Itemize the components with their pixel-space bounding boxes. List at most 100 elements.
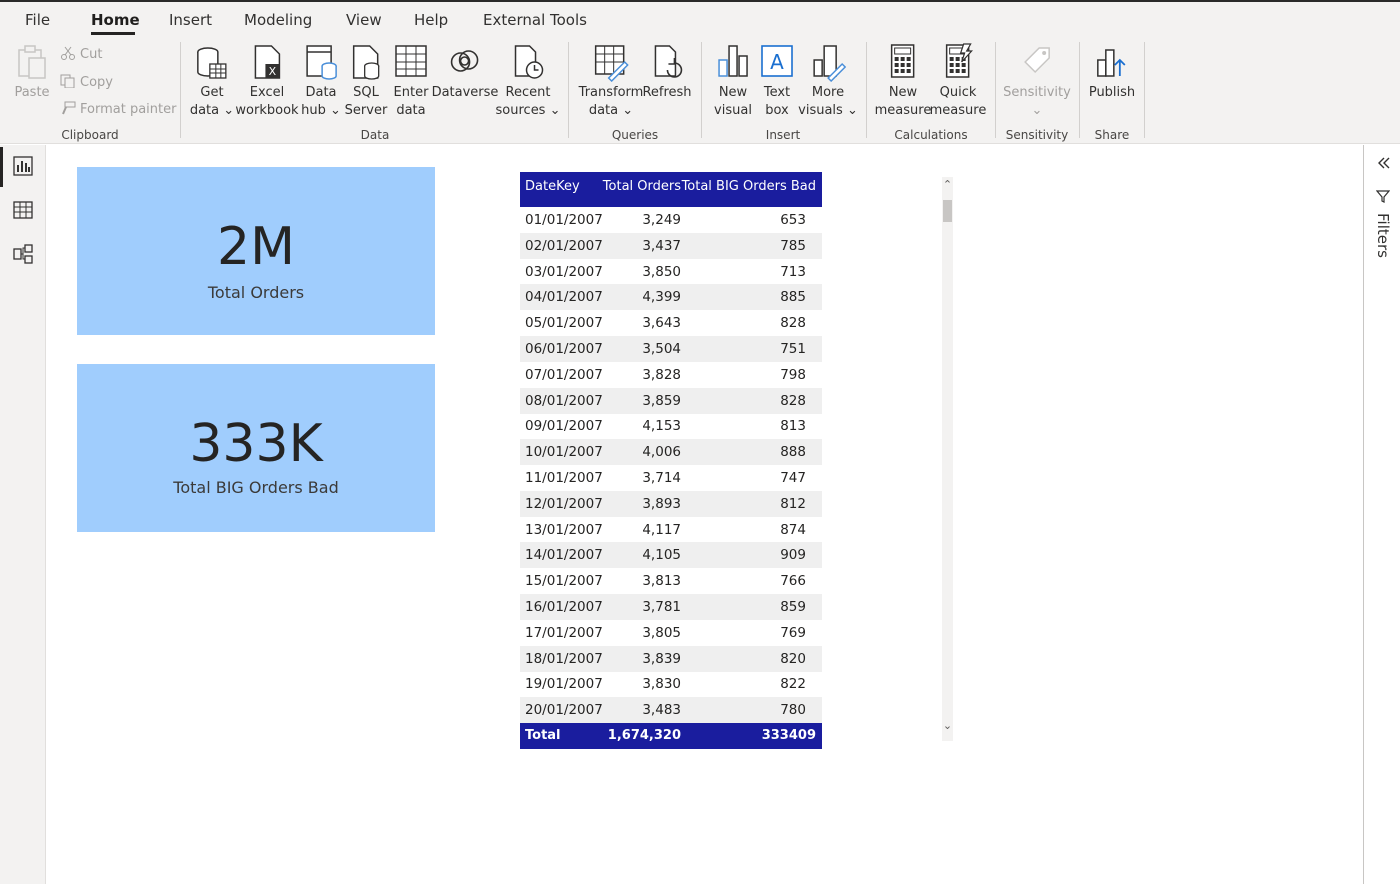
table-row[interactable]: 14/01/2007 4,105 909 xyxy=(520,542,822,569)
column-header-datekey[interactable]: DateKey xyxy=(525,179,580,194)
cell-datekey: 08/01/2007 xyxy=(525,392,603,409)
cell-total-big-orders-bad: 909 xyxy=(780,547,806,564)
recent-sources-button[interactable]: Recent sources ⌄ xyxy=(496,42,560,120)
table-row[interactable]: 09/01/2007 4,153 813 xyxy=(520,413,822,439)
transform-data-button[interactable]: Transform data ⌄ xyxy=(579,42,643,120)
table-row[interactable]: 02/01/2007 3,437 785 xyxy=(520,232,822,259)
cell-total-orders: 4,006 xyxy=(642,444,681,461)
table-scrollbar[interactable] xyxy=(942,177,953,741)
table-row[interactable]: 20/01/2007 3,483 780 xyxy=(520,697,822,724)
dataverse-button[interactable]: Dataverse xyxy=(432,42,498,102)
cell-total-big-orders-bad: 813 xyxy=(780,418,806,435)
publish-button[interactable]: Publish xyxy=(1089,42,1135,102)
column-header-total-big-orders-bad[interactable]: Total BIG Orders Bad xyxy=(682,179,816,194)
format-painter-button[interactable]: Format painter xyxy=(60,101,176,117)
new-visual-label-2: visual xyxy=(714,103,752,118)
table-row[interactable]: 01/01/2007 3,249 653 xyxy=(520,207,822,233)
selected-view-indicator xyxy=(0,147,3,187)
column-header-total-orders[interactable]: Total Orders xyxy=(603,179,681,194)
table-row[interactable]: 16/01/2007 3,781 859 xyxy=(520,594,822,620)
scroll-down-arrow[interactable]: ⌄ xyxy=(942,719,953,732)
table-total-row: Total 1,674,320 333409 xyxy=(520,723,822,749)
cell-total-big-orders-bad: 751 xyxy=(780,341,806,357)
group-label-calculations: Calculations xyxy=(894,128,968,142)
new-visual-button[interactable]: New visual xyxy=(714,42,752,120)
get-data-button[interactable]: Get data ⌄ xyxy=(190,42,234,120)
tab-external-tools[interactable]: External Tools xyxy=(483,11,587,29)
cell-datekey: 20/01/2007 xyxy=(525,702,603,719)
model-view-icon[interactable] xyxy=(12,243,34,265)
tab-insert[interactable]: Insert xyxy=(169,11,212,29)
table-row[interactable]: 06/01/2007 3,504 751 xyxy=(520,336,822,362)
sensitivity-button[interactable]: Sensitivity ⌄ xyxy=(1003,42,1071,120)
data-hub-button[interactable]: Data hub ⌄ xyxy=(301,42,341,120)
paste-button[interactable]: Paste xyxy=(14,42,50,102)
cell-total-big-orders-bad: 766 xyxy=(780,573,806,590)
table-row[interactable]: 05/01/2007 3,643 828 xyxy=(520,310,822,336)
table-row[interactable]: 10/01/2007 4,006 888 xyxy=(520,439,822,466)
filters-pane: Filters xyxy=(1363,145,1400,884)
tab-home[interactable]: Home xyxy=(91,11,140,29)
table-row[interactable]: 04/01/2007 4,399 885 xyxy=(520,284,822,311)
table-row[interactable]: 11/01/2007 3,714 747 xyxy=(520,465,822,491)
text-box-label-1: Text xyxy=(763,85,791,100)
quick-measure-label-1: Quick xyxy=(939,85,977,100)
sensitivity-label-2: ⌄ xyxy=(1031,103,1043,118)
transform-label-2: data ⌄ xyxy=(588,103,634,118)
cut-label: Cut xyxy=(80,47,103,62)
cell-datekey: 19/01/2007 xyxy=(525,676,603,693)
table-row[interactable]: 18/01/2007 3,839 820 xyxy=(520,645,822,672)
data-view-icon[interactable] xyxy=(12,199,34,221)
table-row[interactable]: 03/01/2007 3,850 713 xyxy=(520,259,822,285)
data-hub-label-2: hub ⌄ xyxy=(301,103,341,118)
card-total-orders[interactable]: 2M Total Orders xyxy=(77,167,435,335)
cell-total-big-orders-bad: 885 xyxy=(780,289,806,306)
table-scrollbar-thumb[interactable] xyxy=(943,200,952,222)
table-row[interactable]: 12/01/2007 3,893 812 xyxy=(520,490,822,517)
quick-measure-button[interactable]: Quick measure xyxy=(930,42,986,120)
group-label-sensitivity: Sensitivity xyxy=(1005,128,1069,142)
filters-label[interactable]: Filters xyxy=(1374,213,1392,258)
cell-datekey: 14/01/2007 xyxy=(525,547,603,564)
scroll-up-arrow[interactable]: ⌃ xyxy=(942,178,953,191)
tab-file[interactable]: File xyxy=(25,11,50,29)
cut-button[interactable]: Cut xyxy=(60,46,102,62)
expand-chevron-icon[interactable] xyxy=(1375,155,1391,171)
table-row[interactable]: 13/01/2007 4,117 874 xyxy=(520,517,822,543)
cell-datekey: 01/01/2007 xyxy=(525,212,603,228)
cell-total-orders: 4,153 xyxy=(642,418,681,435)
more-visuals-button[interactable]: More visuals ⌄ xyxy=(798,42,858,120)
refresh-button[interactable]: Refresh xyxy=(642,42,692,102)
sql-server-button[interactable]: SQL Server xyxy=(345,42,387,120)
power-bi-window: File Home Insert Modeling View Help Exte… xyxy=(0,0,1400,884)
svg-text:A: A xyxy=(770,50,784,74)
data-hub-icon xyxy=(306,45,337,80)
copy-button[interactable]: Copy xyxy=(60,74,113,90)
paintbrush-icon xyxy=(62,101,76,115)
new-measure-button[interactable]: New measure xyxy=(875,42,931,120)
more-visuals-label-2: visuals ⌄ xyxy=(798,103,858,118)
report-view-icon[interactable] xyxy=(12,155,34,177)
card-total-big-orders-bad[interactable]: 333K Total BIG Orders Bad xyxy=(77,364,435,532)
table-row[interactable]: 07/01/2007 3,828 798 xyxy=(520,362,822,388)
table-row[interactable]: 08/01/2007 3,859 828 xyxy=(520,387,822,414)
table-row[interactable]: 19/01/2007 3,830 822 xyxy=(520,671,822,697)
enter-data-button[interactable]: Enter data xyxy=(393,42,429,120)
group-label-share: Share xyxy=(1094,128,1130,142)
refresh-icon xyxy=(654,45,682,78)
table-header: DateKey Total Orders Total BIG Orders Ba… xyxy=(520,172,822,207)
excel-label-1: Excel xyxy=(249,85,285,100)
excel-workbook-button[interactable]: X Excel workbook xyxy=(235,42,299,120)
data-hub-label-1: Data xyxy=(305,85,337,100)
copy-label: Copy xyxy=(80,75,113,90)
cell-total-big-orders-bad: 859 xyxy=(780,599,806,615)
text-box-button[interactable]: A Text box xyxy=(759,42,795,120)
tab-modeling[interactable]: Modeling xyxy=(244,11,312,29)
tab-help[interactable]: Help xyxy=(414,11,448,29)
table-row[interactable]: 17/01/2007 3,805 769 xyxy=(520,620,822,646)
cell-total-big-orders-bad: 812 xyxy=(780,495,806,512)
table-row[interactable]: 15/01/2007 3,813 766 xyxy=(520,568,822,594)
cell-total-orders: 3,813 xyxy=(642,573,681,590)
enter-data-label-1: Enter xyxy=(393,85,429,100)
tab-view[interactable]: View xyxy=(346,11,382,29)
